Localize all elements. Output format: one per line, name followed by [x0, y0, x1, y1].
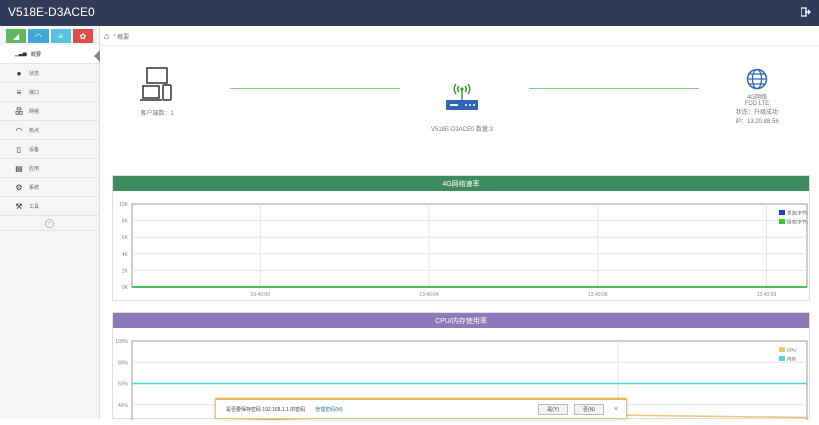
sidebar-item-5[interactable]: ▯ 设备 [0, 140, 99, 159]
x-tick-label: 13:40:06 [588, 292, 608, 298]
sidebar: ◢ ◠ ≡ ✿ ▁▃▅ 概要 ● 状态 ≡ 接口品网络 ◠ 热点 ▯ 设备 ▤ 应用 ⚙ 系统 ⚒ 工具 « [0, 26, 100, 419]
list-icon: ≡ [16, 87, 22, 97]
legend-swatch [779, 356, 785, 361]
save-password-dialog: 是否要保存密码 192.168.1.1 的密码 管理密码(M) 是(Y) 否(N… [215, 398, 627, 419]
sidebar-item-0[interactable]: ▁▃▅ 概要 [0, 45, 99, 64]
sidebar-item-label: 接口 [29, 89, 40, 96]
sidebar-item-8[interactable]: ⚒ 工具 [0, 197, 99, 216]
sidebar-item-label: 设备 [29, 146, 40, 153]
clients-label: 客户端数：1 [140, 111, 174, 117]
y-tick-label: 8K [122, 219, 129, 225]
rate-chart-title: 4G网络速率 [113, 176, 809, 191]
signal-icon: ◢ [13, 31, 20, 41]
breadcrumb: ⌂ › 概要 [104, 27, 129, 45]
sidebar-item-label: 系统 [29, 184, 40, 191]
globe-icon [746, 68, 768, 90]
x-tick-label: 13:40:00 [251, 292, 271, 298]
legend-label: 内存 [787, 356, 796, 363]
sidebar-item-2[interactable]: ≡ 接口 [0, 83, 99, 102]
router-label: V518E-D3ACE0 数量:3 [430, 127, 494, 133]
rate-chart-panel: 4G网络速率 10K 8K 6K 4K 2K 0K 13:40:00 13:40:04 13:4… [112, 175, 810, 301]
wifi-icon: ◠ [34, 31, 42, 41]
legend-swatch [779, 210, 785, 215]
close-icon[interactable]: × [614, 406, 618, 413]
sidebar-menu: ▁▃▅ 概要 ● 状态 ≡ 接口品网络 ◠ 热点 ▯ 设备 ▤ 应用 ⚙ 系统 ⚒ 工具 [0, 45, 99, 216]
signal-button[interactable]: ◢ [6, 29, 27, 43]
gears-icon: ⚙ [15, 182, 23, 192]
internet-ip: IP：13.20.88.56 [735, 119, 779, 125]
list-icon: ≡ [58, 31, 63, 41]
y-tick-label: 6K [122, 235, 129, 241]
active-indicator [94, 50, 100, 62]
sidebar-item-3[interactable]: 品网络 [0, 102, 99, 121]
internet-node[interactable]: 4G网络 FDD LTE 状态：升级成功 IP：13.20.88.56 [712, 68, 802, 125]
manage-password-link[interactable]: 管理密码(M) [315, 406, 343, 413]
y-tick-label: 0K [122, 285, 129, 291]
save-button[interactable]: 是(Y) [538, 403, 568, 415]
globe-icon: ● [16, 68, 22, 78]
sidebar-item-6[interactable]: ▤ 应用 [0, 159, 99, 178]
internet-type: 4G网络 [746, 95, 767, 101]
doc-icon: ▤ [15, 163, 23, 173]
breadcrumb-current: 概要 [117, 34, 130, 41]
phone-icon: ▯ [16, 144, 22, 154]
logout-icon[interactable] [801, 7, 811, 17]
y-tick-label: 10K [119, 202, 129, 208]
y-tick-label: 80% [118, 360, 129, 366]
router-node[interactable]: V518E-D3ACE0 数量:3 [412, 78, 512, 133]
sidebar-item-label: 热点 [29, 127, 40, 134]
link-line [529, 88, 699, 89]
y-tick-label: 40% [118, 403, 129, 409]
sidebar-item-label: 工具 [29, 203, 40, 210]
gear-icon: ✿ [79, 31, 87, 41]
home-icon[interactable]: ⌂ [104, 31, 109, 41]
legend-swatch [779, 347, 785, 352]
app-title: V518E-D3ACE0 [8, 5, 95, 19]
internet-status: 状态：升级成功 [735, 110, 778, 116]
chart-icon: ▁▃▅ [15, 51, 27, 57]
legend-label: 发送(字节) [787, 210, 808, 217]
sidebar-item-4[interactable]: ◠ 热点 [0, 121, 99, 140]
legend-swatch [779, 219, 785, 224]
plot-area [131, 203, 808, 288]
router-icon [446, 83, 478, 110]
y-tick-label: 4K [122, 252, 129, 258]
devices-icon [140, 67, 172, 101]
legend-label: CPU [787, 348, 797, 353]
x-tick-label: 13:40:09 [757, 292, 777, 298]
clients-node[interactable]: 客户端数：1 [127, 66, 187, 117]
network-topology: 客户端数：1 V518E-D3ACE0 数量:3 4G网络 FDD LTE 状态… [112, 58, 810, 158]
link-line [230, 88, 400, 89]
legend-label: 接收(字节) [787, 219, 808, 226]
rate-chart: 10K 8K 6K 4K 2K 0K 13:40:00 13:40:04 13:40:06 13:… [119, 202, 808, 298]
dialog-message: 是否要保存密码 192.168.1.1 的密码 [226, 406, 306, 413]
sidebar-shortcuts: ◢ ◠ ≡ ✿ [0, 26, 99, 45]
gear-button[interactable]: ✿ [72, 29, 93, 43]
sidebar-item-7[interactable]: ⚙ 系统 [0, 178, 99, 197]
sidebar-item-label: 网络 [29, 108, 40, 115]
tools-icon: ⚒ [15, 201, 23, 211]
never-button[interactable]: 否(N) [573, 403, 604, 415]
network-icon: 品 [15, 106, 23, 116]
sidebar-item-label: 应用 [29, 165, 40, 172]
sidebar-collapse[interactable]: « [0, 216, 99, 231]
x-tick-label: 13:40:04 [419, 292, 439, 298]
sidebar-item-label: 状态 [29, 70, 40, 77]
wifi-button[interactable]: ◠ [28, 29, 49, 43]
collapse-icon[interactable]: « [45, 218, 54, 228]
y-tick-label: 100% [115, 339, 128, 345]
sidebar-item-label: 概要 [31, 51, 42, 58]
y-tick-label: 2K [122, 268, 129, 274]
list-button[interactable]: ≡ [50, 29, 71, 43]
sidebar-item-1[interactable]: ● 状态 [0, 64, 99, 83]
usage-chart-title: CPU/内存使用率 [113, 313, 809, 328]
top-header: V518E-D3ACE0 [0, 0, 819, 26]
divider [100, 45, 819, 46]
y-tick-label: 60% [118, 382, 129, 388]
wifi-icon: ◠ [15, 125, 23, 135]
